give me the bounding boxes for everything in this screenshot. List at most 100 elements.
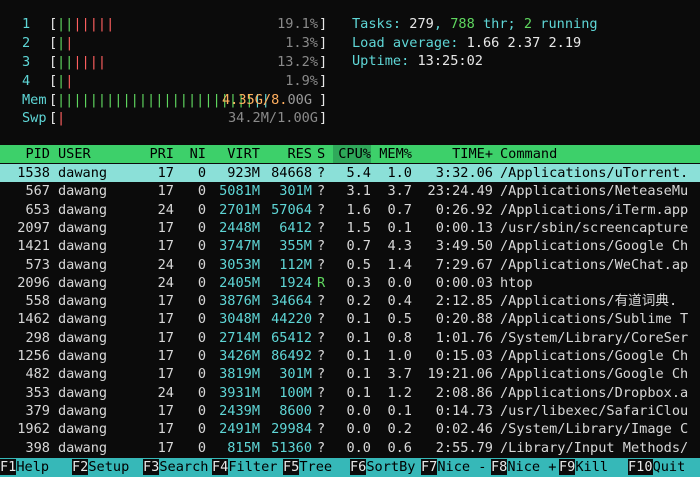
cell-user: dawang <box>58 219 108 236</box>
cell-command: /System/Library/Image C <box>500 421 689 438</box>
threads-label: thr; <box>474 16 524 32</box>
cell-pid: 353 <box>25 384 50 401</box>
cell-command: /Applications/NeteaseMu <box>500 183 689 200</box>
swap-bar: | <box>57 109 65 127</box>
tasks-label: Tasks: <box>352 16 410 32</box>
running-label: running <box>532 16 598 32</box>
table-row[interactable]: 2097 dawang 17 0 2448M 6412? 1.5 0.1 0:00.13/usr… <box>0 219 700 237</box>
function-key-filter[interactable]: F4Filter <box>212 458 283 477</box>
mem-value-total: 00G <box>287 92 313 108</box>
cell-ni: 0 <box>197 348 206 364</box>
table-row[interactable]: 379 dawang 17 0 2439M 8600? 0.0 0.1 0:14.73/usr/… <box>0 402 700 420</box>
cell-pri: 17 <box>157 311 174 328</box>
col-cpu[interactable]: CPU% <box>333 145 371 163</box>
cell-user: dawang <box>58 274 108 291</box>
cell-command: /Applications/有道词典. <box>500 293 678 310</box>
col-user[interactable]: USER <box>58 145 138 163</box>
cell-time: 0:20.88 <box>435 311 493 328</box>
function-key-tree[interactable]: F5Tree <box>283 458 350 477</box>
cell-cpu: 5.4 <box>346 165 371 181</box>
cell-user: dawang <box>58 366 108 383</box>
cell-pri: 17 <box>157 293 174 310</box>
cell-command: /Library/Input Methods/ <box>500 439 689 456</box>
cell-pid: 1462 <box>17 311 50 328</box>
function-key-label: Tree <box>299 458 333 477</box>
cell-pid: 1538 <box>17 165 50 181</box>
cell-mem: 0.1 <box>387 219 412 236</box>
table-row[interactable]: 1962 dawang 17 0 2491M 29984? 0.0 0.2 0:02.46/Sy… <box>0 420 700 438</box>
cell-mem: 3.7 <box>387 366 412 383</box>
cell-pid: 2097 <box>17 219 50 236</box>
cell-pri: 17 <box>157 165 174 181</box>
cell-ni: 0 <box>197 293 206 310</box>
col-mem[interactable]: MEM% <box>376 145 412 163</box>
function-key-code: F9 <box>559 459 576 475</box>
table-row[interactable]: 567 dawang 17 0 5081M 301M? 3.1 3.7 23:24.49/App… <box>0 182 700 200</box>
table-row[interactable]: 1256 dawang 17 0 3426M 86492? 0.1 1.0 0:15.03/Ap… <box>0 347 700 365</box>
table-row[interactable]: 398 dawang 17 0 815M 51360? 0.0 0.6 2:55.79/Libr… <box>0 439 700 457</box>
cell-res: 51360 <box>271 439 312 456</box>
cpu-bar-segment: |||| <box>73 54 107 70</box>
cell-virt: 923M <box>227 165 260 181</box>
function-key-label: Nice - <box>437 458 487 477</box>
cell-cpu: 0.1 <box>346 311 371 328</box>
table-row[interactable]: 482 dawang 17 0 3819M 301M? 0.1 3.7 19:21.06/App… <box>0 365 700 383</box>
cell-virt: 3747M <box>219 238 260 255</box>
cell-cpu: 0.1 <box>346 384 371 401</box>
cell-cpu: 0.0 <box>346 402 371 419</box>
table-row[interactable]: 2096 dawang 24 0 2405M 1924 R 0.3 0.0 0:00.03 htop <box>0 274 700 292</box>
cpu-number: 2 <box>22 35 31 51</box>
cell-command: /Applications/Google Ch <box>500 238 689 255</box>
cpu-bar-segment: | <box>65 73 74 89</box>
mem-value: 4.35G/8.00G <box>222 91 312 109</box>
cell-pri: 24 <box>157 256 174 273</box>
cell-command: /Applications/Google Ch <box>500 348 689 364</box>
function-key-nice[interactable]: F8Nice + <box>491 458 559 477</box>
function-key-code: F10 <box>628 459 653 475</box>
col-ni[interactable]: NI <box>180 145 206 163</box>
cell-cpu: 0.1 <box>346 366 371 383</box>
col-command[interactable]: Command <box>500 145 700 163</box>
table-row[interactable]: 298 dawang 17 0 2714M 65412? 0.1 0.8 1:01.76/Sys… <box>0 329 700 347</box>
cpu-bracket-open: [ <box>49 16 58 32</box>
function-key-nice[interactable]: F7Nice - <box>421 458 491 477</box>
table-row[interactable]: 573 dawang 24 0 3053M 112M? 0.5 1.4 7:29.67/Appl… <box>0 256 700 274</box>
col-virt[interactable]: VIRT <box>212 145 260 163</box>
function-key-label: Search <box>159 458 209 477</box>
cell-state: ? <box>317 201 326 218</box>
cell-pid: 653 <box>25 201 50 218</box>
cell-mem: 1.2 <box>387 384 412 401</box>
cell-ni: 0 <box>197 238 206 255</box>
cell-cpu: 0.1 <box>346 348 371 364</box>
cell-virt: 3931M <box>219 384 260 401</box>
function-key-quit[interactable]: F10Quit <box>628 458 700 477</box>
function-key-label: Nice + <box>507 458 557 477</box>
col-pri[interactable]: PRI <box>140 145 174 163</box>
function-key-sortby[interactable]: F6SortBy <box>350 458 421 477</box>
function-key-kill[interactable]: F9Kill <box>559 458 628 477</box>
cpu-bar-segment: | <box>57 35 66 51</box>
table-row-selected[interactable]: 1538 dawang 17 0 923M 84668? 5.4 1.0 3:32.06/App… <box>0 164 700 182</box>
table-row[interactable]: 353 dawang 24 0 3931M 100M? 0.1 1.2 2:08.86/Appl… <box>0 384 700 402</box>
col-state[interactable]: S <box>317 145 327 163</box>
table-row[interactable]: 1462 dawang 17 0 3048M 44220? 0.1 0.5 0:20.88/Ap… <box>0 310 700 328</box>
cell-mem: 4.3 <box>387 238 412 255</box>
cell-res: 57064 <box>271 201 312 218</box>
function-key-setup[interactable]: F2Setup <box>72 458 143 477</box>
col-pid[interactable]: PID <box>0 145 50 163</box>
cell-cpu: 1.6 <box>346 201 371 218</box>
table-row[interactable]: 1421 dawang 17 0 3747M 355M? 0.7 4.3 3:49.50/App… <box>0 237 700 255</box>
cell-ni: 0 <box>197 366 206 383</box>
cell-ni: 0 <box>197 256 206 273</box>
col-res[interactable]: RES <box>266 145 312 163</box>
function-key-search[interactable]: F3Search <box>143 458 212 477</box>
table-row[interactable]: 558 dawang 17 0 3876M 34664? 0.2 0.4 2:12.85/App… <box>0 292 700 310</box>
function-key-help[interactable]: F1Help <box>0 458 72 477</box>
function-key-code: F6 <box>350 459 367 475</box>
cell-user: dawang <box>58 238 108 255</box>
function-key-code: F7 <box>421 459 438 475</box>
table-row[interactable]: 653 dawang 24 0 2701M 57064? 1.6 0.7 0:26.92/App… <box>0 201 700 219</box>
col-time[interactable]: TIME+ <box>417 145 493 163</box>
cell-state: ? <box>317 329 326 346</box>
cell-user: dawang <box>58 402 108 419</box>
